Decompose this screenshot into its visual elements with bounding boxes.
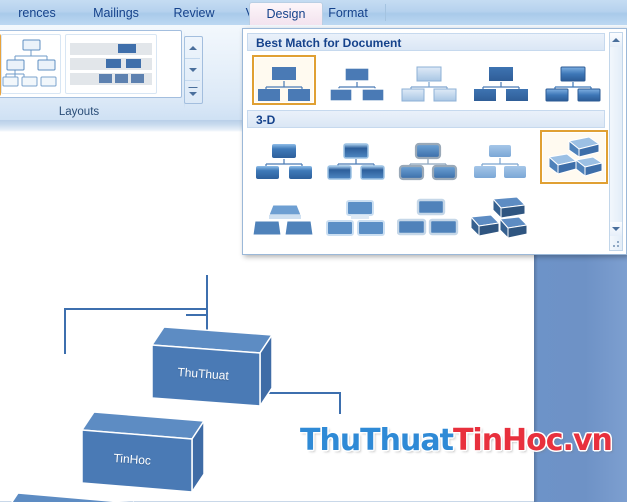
smartart-node-thuthuat[interactable]: ThuThuat [140, 323, 280, 418]
scrollbar-up-arrow-icon [612, 38, 620, 42]
gallery-thumb-style-moderate-effect[interactable] [468, 55, 532, 105]
ribbon-group-layouts: Layouts [0, 25, 203, 120]
smartart-node-label: TinHoc [112, 451, 152, 468]
layout-thumb-hierarchy[interactable] [1, 34, 61, 94]
gallery-thumb-style-3d-block-scene[interactable] [468, 192, 532, 242]
gallery-scrollbar-down-button[interactable] [610, 222, 622, 236]
gallery-thumb-style-3d-flat-scene[interactable] [252, 192, 316, 242]
connector-n2-horizontal [186, 314, 208, 316]
tab-divider [385, 4, 386, 21]
gallery-section-header-best-match: Best Match for Document [247, 33, 605, 51]
tab-format[interactable]: Format [311, 2, 385, 24]
gallery-thumb-style-basic-1[interactable] [252, 55, 316, 105]
layouts-gallery[interactable] [0, 30, 203, 104]
gallery-thumb-style-intense-effect[interactable] [540, 55, 604, 105]
gallery-thumb-style-3d-polished[interactable] [252, 133, 316, 183]
tab-references[interactable]: rences [0, 2, 80, 24]
connector-n3-horizontal [64, 308, 208, 310]
gallery-inner-frame: Best Match for Document 3-D [243, 29, 626, 254]
gallery-section-header-3d: 3-D [247, 110, 605, 128]
smartart-node-leaf-1[interactable]: ThuThuatTinHoc.vn [0, 485, 143, 502]
application-window: rences Mailings Review View Design Forma… [0, 0, 627, 502]
tab-mailings[interactable]: Mailings [70, 2, 162, 24]
watermark-logo: ThuThuatTinHoc.vn [300, 423, 613, 458]
gallery-thumb-style-subtle-effect[interactable] [396, 55, 460, 105]
gallery-thumb-style-3d-metallic-scene[interactable] [396, 192, 460, 242]
group-separator [184, 31, 185, 109]
tab-review[interactable]: Review [155, 2, 233, 24]
gallery-thumb-style-3d-birds-eye-scene[interactable] [324, 192, 388, 242]
smartart-styles-gallery-dropdown: Best Match for Document 3-D [242, 28, 627, 255]
gallery-thumb-style-basic-2[interactable] [324, 55, 388, 105]
gallery-thumb-style-3d-brick-scene[interactable] [540, 130, 608, 184]
watermark-part-1: ThuThuat [300, 423, 454, 458]
connector-n3-vertical [64, 310, 66, 354]
watermark-part-2: TinHoc.vn [452, 423, 613, 458]
gallery-scrollbar[interactable] [609, 32, 623, 251]
connector-n5-vertical [339, 392, 341, 414]
scrollbar-down-arrow-icon [612, 227, 620, 231]
group-label-layouts: Layouts [58, 106, 100, 118]
gallery-scrollbar-up-button[interactable] [610, 33, 622, 47]
gallery-thumb-style-3d-powder[interactable] [468, 133, 532, 183]
resize-grip-icon[interactable] [612, 240, 621, 249]
gallery-thumb-style-3d-inset[interactable] [324, 133, 388, 183]
ribbon-tab-strip: rences Mailings Review View Design Forma… [0, 0, 627, 27]
gallery-thumb-style-3d-cartoon[interactable] [396, 133, 460, 183]
layout-thumb-list-hierarchy[interactable] [65, 34, 157, 94]
